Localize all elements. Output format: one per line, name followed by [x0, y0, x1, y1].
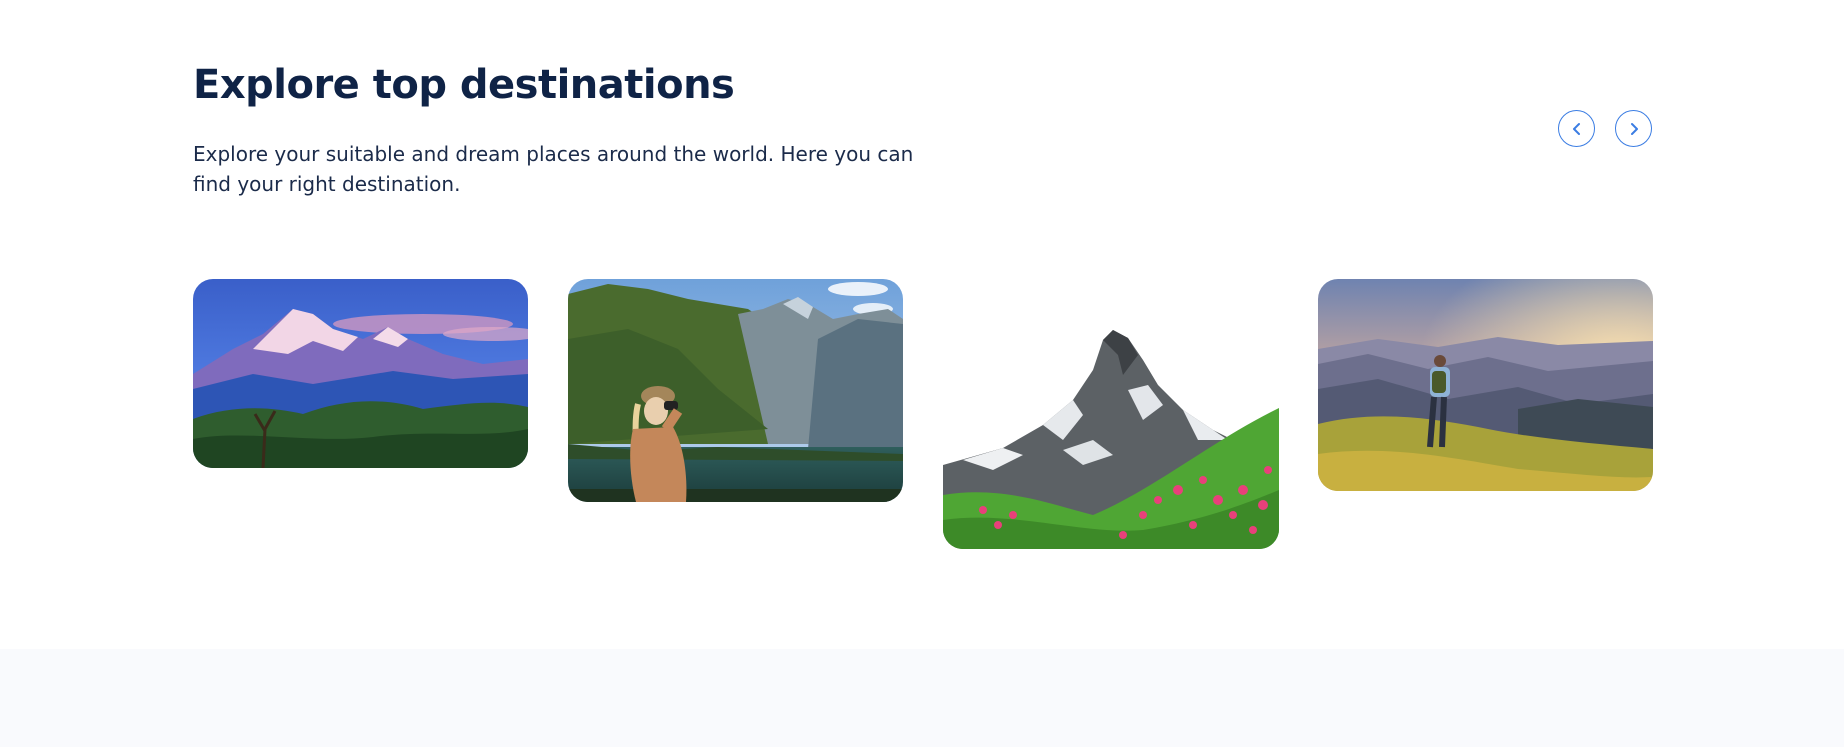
matterhorn-image	[943, 330, 1279, 549]
destination-card-matterhorn[interactable]	[943, 330, 1279, 549]
chevron-left-icon	[1572, 122, 1580, 135]
section-title: Explore top destinations	[193, 62, 735, 108]
mountain-lake-image	[568, 279, 903, 502]
destination-card-mountain-sunrise[interactable]	[1318, 279, 1653, 491]
destination-card-mountain-lake[interactable]	[568, 279, 903, 502]
snow-mountain-image	[193, 279, 528, 468]
footer-band	[0, 649, 1844, 747]
carousel-prev-button[interactable]	[1558, 110, 1595, 147]
chevron-right-icon	[1630, 122, 1638, 135]
mountain-sunrise-image	[1318, 279, 1653, 491]
carousel-next-button[interactable]	[1615, 110, 1652, 147]
destination-card-snow-mountain[interactable]	[193, 279, 528, 468]
section-description: Explore your suitable and dream places a…	[193, 142, 914, 196]
destinations-section: Explore top destinations Explore your su…	[0, 0, 1844, 649]
